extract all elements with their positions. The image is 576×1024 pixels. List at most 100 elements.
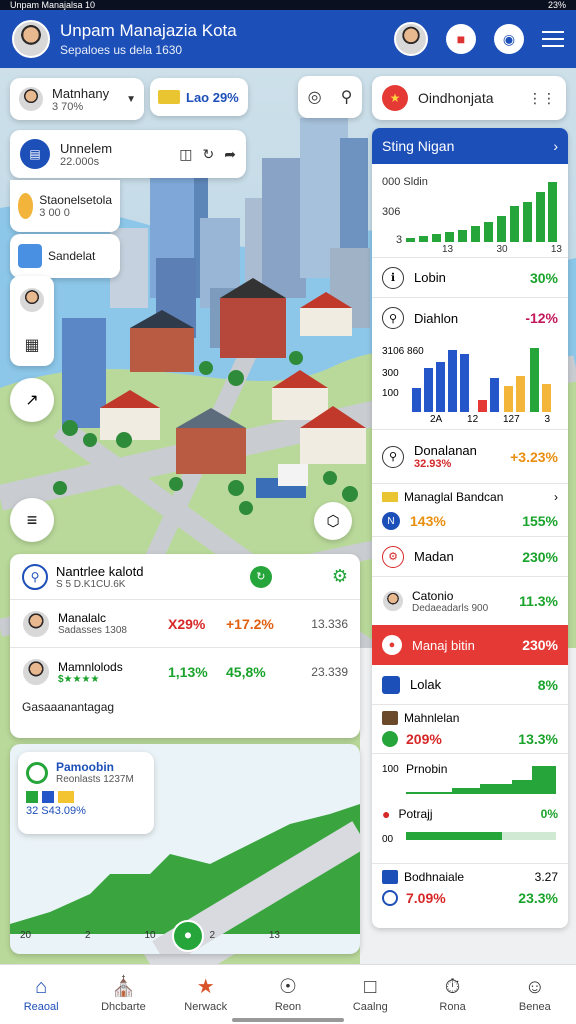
app-subtitle: Sepaloes us dela 1630 xyxy=(60,43,183,57)
nav-message[interactable]: □ Caalng xyxy=(329,965,411,1024)
export-icon: ↗ xyxy=(25,392,39,409)
share-icon[interactable]: ➦ xyxy=(224,146,236,163)
map-icon[interactable]: ▦ xyxy=(24,335,39,355)
nav-profile[interactable]: ☺ Benea xyxy=(494,965,576,1024)
x-axis: 20 2 10 2 13 xyxy=(20,930,280,941)
area-title: Pamoobin xyxy=(56,760,115,774)
metric-row[interactable]: ⚲ Diahlon -12% xyxy=(372,298,568,338)
chevron-down-icon: ▼ xyxy=(126,93,136,105)
bottom-row[interactable]: Bodhnaiale 3.27 7.09% 23.3% xyxy=(372,864,568,912)
catonio-row[interactable]: Catonio Dedaeadarls 900 11.3% xyxy=(372,577,568,625)
chart2-tick: 3 xyxy=(544,414,550,425)
nav-compass[interactable]: ☉ Reon xyxy=(247,965,329,1024)
chart2-tick: 127 xyxy=(502,414,520,425)
app-title: Unpam Manajazia Kota xyxy=(60,21,237,40)
chart2-tick: 2A xyxy=(430,414,443,425)
alert-header[interactable]: ● Manaj bitin 230% xyxy=(372,625,568,665)
grid-icon[interactable]: ⋮⋮ xyxy=(528,90,556,107)
nav-label: Rona xyxy=(439,1000,466,1013)
layers-button[interactable]: ≡ xyxy=(10,498,54,542)
area-legend: 32 S43.09% xyxy=(26,805,86,817)
locate-button[interactable]: ⬡ xyxy=(314,502,352,540)
car-button[interactable]: ⚫ xyxy=(172,920,204,952)
chart1-tick: 13 xyxy=(442,244,454,255)
table-row[interactable]: Mamnlolods $★★★★ 1,13% 45,8% 23.339 xyxy=(10,648,360,696)
table-row[interactable]: Manalalc Sadasses 1308 X29% +17.2% 13.33… xyxy=(10,600,360,648)
profile-avatar[interactable] xyxy=(12,20,50,58)
budget-value: Lao 29% xyxy=(186,89,239,105)
x-tick: 13 xyxy=(268,930,280,941)
area-summary[interactable]: Pamoobin Reonlasts 1237M 32 S43.09% xyxy=(18,752,154,834)
side-tool-strip: ▦ xyxy=(10,276,54,366)
refresh-icon[interactable]: ↻ xyxy=(203,146,215,163)
side-item-1[interactable]: ▤ Unnelem 22.000s ◫ ↻ ➦ xyxy=(10,130,246,178)
panel-header[interactable]: Sting Nigan › xyxy=(372,128,568,164)
madan-row[interactable]: ⚙ Madan 230% xyxy=(372,537,568,577)
search-icon[interactable]: ⚲ xyxy=(341,87,353,107)
stats-sub: S 5 D.K1CU.6K xyxy=(56,578,126,590)
list-row[interactable]: Lolak 8% xyxy=(372,665,568,705)
nav-timer[interactable]: ⏱ Rona xyxy=(411,965,493,1024)
user-select[interactable]: Matnhany 3 70% ▼ xyxy=(10,78,144,120)
madan-label: Madan xyxy=(414,549,454,564)
search-tools[interactable]: ◎ ⚲ xyxy=(298,76,362,118)
refresh-icon[interactable]: ↻ xyxy=(249,565,272,588)
metric-label: Lobin xyxy=(414,270,446,285)
mini-axis-bottom: 00 xyxy=(382,834,394,845)
chevron-right-icon: › xyxy=(553,138,558,154)
area-chart-card: Pamoobin Reonlasts 1237M 32 S43.09% 20 2… xyxy=(10,744,360,954)
nav-building[interactable]: ⛪ Dhcbarte xyxy=(82,965,164,1024)
dana-value: +3.23% xyxy=(510,448,558,465)
side-item-2[interactable]: Staonelsetola 3 00 0 xyxy=(10,180,120,232)
card-icon xyxy=(382,492,398,502)
right-tab[interactable]: ★ Oindhonjata ⋮⋮ xyxy=(372,76,566,120)
comparison-chart: 3106 860 300 100 2A 12 127 3 xyxy=(372,338,568,430)
columns-icon[interactable]: ◫ xyxy=(179,146,192,163)
palette-icon xyxy=(18,193,34,219)
list-row[interactable]: Mahnlelan 209% 13.3% xyxy=(372,705,568,754)
budget-badge[interactable]: Lao 29% xyxy=(150,78,248,116)
city-map[interactable]: Matnhany 3 70% ▼ Lao 29% ◎ ⚲ ▤ Unnelem 2… xyxy=(0,68,576,964)
car-icon: ⚫ xyxy=(182,928,194,943)
x-tick: 2 xyxy=(209,930,215,941)
nav-network[interactable]: ★ Nerwack xyxy=(165,965,247,1024)
side-item-3[interactable]: Sandelat xyxy=(10,234,120,278)
leaf-icon xyxy=(382,731,398,747)
area-sub: Reonlasts 1237M xyxy=(56,774,134,785)
home-icon: ⌂ xyxy=(35,975,48,998)
metric-row[interactable]: ℹ Lobin 30% xyxy=(372,258,568,298)
mini-chart: 100 Prnobin ● Potrajj 0% 00 xyxy=(372,754,568,864)
nav-home[interactable]: ⌂ Reaoal xyxy=(0,965,82,1024)
camera-button[interactable]: ◉ xyxy=(494,24,524,54)
menu-icon[interactable] xyxy=(542,31,564,47)
mana-row[interactable]: Managlal Bandcan › N 143% 155% xyxy=(372,484,568,537)
avatar xyxy=(22,658,50,686)
legend-swatch-blue xyxy=(42,791,54,803)
pin-icon: ⚲ xyxy=(382,307,404,329)
list-value: 13.3% xyxy=(518,731,558,747)
nav-label: Nerwack xyxy=(184,1000,228,1013)
right-tab-label: Oindhonjata xyxy=(418,90,494,106)
list-label: Lolak xyxy=(410,677,442,692)
home-indicator xyxy=(232,1018,344,1022)
member-name: Mamnlolods xyxy=(58,659,123,674)
madan-value: 230% xyxy=(522,548,558,565)
stat-value-2: +17.2% xyxy=(226,615,274,632)
user-avatar xyxy=(18,86,44,112)
message-icon: □ xyxy=(364,975,377,998)
legend-swatch-yellow xyxy=(58,791,74,803)
export-button[interactable]: ↗ xyxy=(10,378,54,422)
dana-row[interactable]: ⚲ Donalanan 32.93% +3.23% xyxy=(372,430,568,484)
mini-label2: Potrajj xyxy=(398,807,433,821)
pin-icon: ⚲ xyxy=(382,445,404,468)
member-avatar[interactable] xyxy=(19,287,45,313)
second-avatar[interactable] xyxy=(394,22,428,56)
notification-button[interactable]: ■ xyxy=(446,24,476,54)
dana-sub: 32.93% xyxy=(414,458,452,470)
gear-icon[interactable]: ⚙ xyxy=(332,566,348,587)
team-stats-card: ⚲ Nantrlee kalotd S 5 D.K1CU.6K ↻ ⚙ Mana… xyxy=(10,554,360,738)
hexagon-icon: ⬡ xyxy=(326,513,340,530)
catonio-sub: Dedaeadarls 900 xyxy=(412,602,489,614)
target-icon[interactable]: ◎ xyxy=(308,87,322,107)
chart1-tick: 13 xyxy=(550,244,562,255)
